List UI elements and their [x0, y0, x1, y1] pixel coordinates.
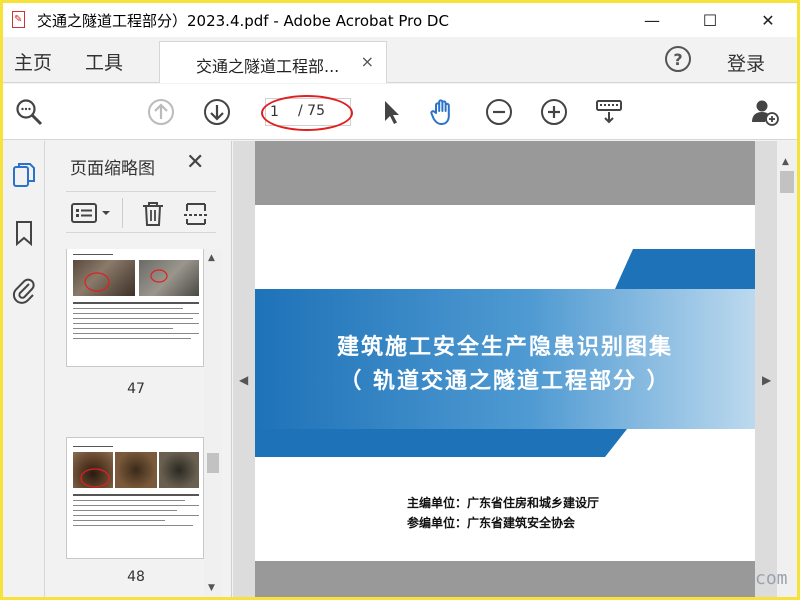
- pane-close-icon[interactable]: ✕: [186, 150, 204, 175]
- thumbnail-pane: 页面缩略图 ✕ 47 48 ▲ ▼: [46, 141, 232, 597]
- thumbnail-page-number: 48: [127, 569, 145, 585]
- cover-title-line2: （ 轨道交通之隧道工程部分 ）: [339, 369, 671, 394]
- cover-title-line1: 建筑施工安全生产隐患识别图集: [336, 335, 673, 360]
- document-viewer[interactable]: ◀ ▶ 建筑施工安全生产隐患识别图集 （ 轨道交通之隧道工程部分 ） 主编单位：…: [233, 141, 777, 597]
- collapse-left-arrow-icon[interactable]: ◀: [239, 373, 248, 387]
- page-gray-header: [255, 141, 755, 205]
- delete-page-icon[interactable]: [140, 200, 166, 228]
- page-down-icon[interactable]: [201, 96, 233, 128]
- login-button[interactable]: 登录: [727, 49, 765, 76]
- search-zoom-icon[interactable]: [13, 96, 45, 128]
- thumbnail-page-47[interactable]: [66, 249, 204, 367]
- title-bar: ✎ 交通之隧道工程部分）2023.4.pdf - Adobe Acrobat P…: [3, 3, 797, 37]
- tools-menu[interactable]: 工具: [85, 48, 123, 75]
- collapse-right-arrow-icon[interactable]: ▶: [762, 373, 771, 387]
- doc-scroll-up-arrow-icon[interactable]: ▲: [782, 157, 789, 167]
- document-scrollbar[interactable]: ▲: [777, 141, 797, 597]
- close-window-button[interactable]: ✕: [739, 3, 797, 37]
- thumbnail-page-number: 47: [127, 381, 145, 397]
- red-annotation-ellipse: [261, 95, 353, 131]
- pdf-page: 建筑施工安全生产隐患识别图集 （ 轨道交通之隧道工程部分 ） 主编单位：广东省住…: [255, 141, 755, 597]
- window-title: 交通之隧道工程部分）2023.4.pdf - Adobe Acrobat Pro…: [37, 11, 449, 30]
- thumbnail-page-48[interactable]: [66, 437, 204, 559]
- select-arrow-icon[interactable]: [375, 96, 407, 128]
- page-gray-footer: [255, 561, 755, 597]
- zoom-in-icon[interactable]: [538, 96, 570, 128]
- thumbnail-tools: [66, 191, 216, 233]
- minimize-button[interactable]: —: [623, 3, 681, 37]
- scroll-down-arrow-icon[interactable]: ▼: [208, 583, 215, 593]
- thumbnail-scroll-thumb[interactable]: [207, 453, 219, 473]
- editor-unit: 主编单位：广东省住房和城乡建设厅: [407, 496, 600, 510]
- document-scroll-thumb[interactable]: [780, 171, 794, 193]
- page-up-icon[interactable]: [145, 96, 177, 128]
- help-icon[interactable]: ?: [665, 46, 691, 72]
- extract-page-icon[interactable]: [182, 200, 210, 228]
- share-user-icon[interactable]: [749, 96, 781, 128]
- attachment-icon[interactable]: [11, 276, 37, 304]
- thumbnail-pane-title: 页面缩略图: [70, 159, 155, 179]
- home-menu[interactable]: 主页: [14, 48, 52, 75]
- document-tab-label: 交通之隧道工程部...: [196, 57, 340, 76]
- zoom-out-icon[interactable]: [483, 96, 515, 128]
- left-navigation-rail: [3, 141, 45, 597]
- maximize-button[interactable]: ☐: [681, 3, 739, 37]
- window-controls: — ☐ ✕: [623, 3, 797, 37]
- hand-tool-icon[interactable]: [427, 96, 459, 128]
- acrobat-app-icon: ✎: [9, 10, 29, 30]
- tab-close-icon[interactable]: ×: [361, 52, 374, 71]
- menu-bar: 主页 工具 交通之隧道工程部... × ? 登录: [3, 37, 797, 83]
- co-editor-unit: 参编单位：广东省建筑安全协会: [407, 516, 576, 530]
- bookmark-icon[interactable]: [11, 219, 37, 247]
- pages-icon[interactable]: [11, 161, 37, 189]
- thumbnail-scrollbar[interactable]: ▲ ▼: [204, 249, 222, 597]
- toolbar: / 75: [3, 84, 797, 140]
- thumbnail-options-icon[interactable]: [70, 201, 114, 225]
- watermark-text: com: [755, 568, 788, 589]
- keyboard-tool-icon[interactable]: [593, 96, 625, 128]
- document-tab[interactable]: 交通之隧道工程部... ×: [159, 41, 387, 83]
- scroll-up-arrow-icon[interactable]: ▲: [208, 253, 215, 263]
